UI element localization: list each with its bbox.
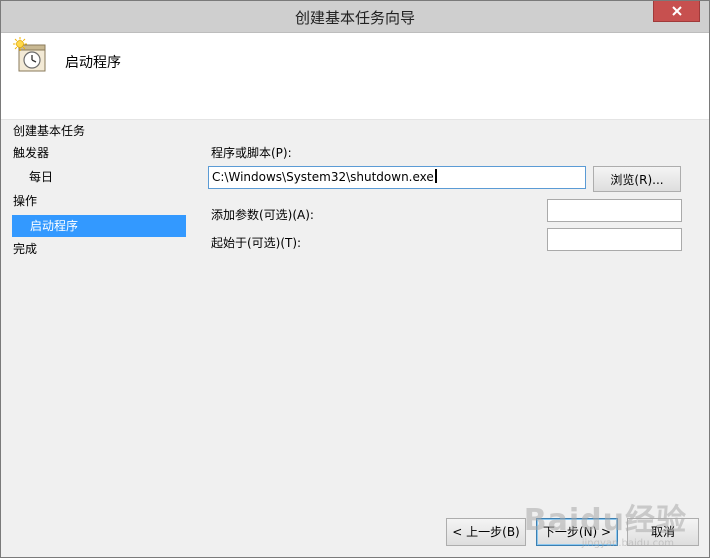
- arguments-label: 添加参数(可选)(A):: [211, 208, 314, 222]
- nav-step-label: 完成: [13, 242, 38, 256]
- arguments-input[interactable]: [547, 199, 682, 222]
- nav-step-label: 触发器: [13, 146, 50, 160]
- text-caret: [434, 169, 437, 183]
- window-title: 创建基本任务向导: [294, 9, 415, 27]
- start-in-label: 起始于(可选)(T):: [211, 236, 302, 250]
- wizard-header: 启动程序: [1, 33, 709, 120]
- page-title: 启动程序: [65, 55, 121, 71]
- wizard-window: 创建基本任务向导 启动程序 创建基本任务 触发器 每日 操作 启动程序 完成 程…: [0, 0, 710, 558]
- nav-step-action[interactable]: 操作: [13, 190, 185, 212]
- title-bar[interactable]: 创建基本任务向导: [1, 1, 709, 33]
- start-in-input[interactable]: [547, 228, 682, 251]
- program-input-value: C:\Windows\System32\shutdown.exe: [212, 170, 434, 184]
- task-scheduler-clock-icon: [13, 37, 46, 72]
- program-input[interactable]: C:\Windows\System32\shutdown.exe: [208, 166, 586, 189]
- nav-step-label: 启动程序: [30, 219, 79, 233]
- nav-step-start-program[interactable]: 启动程序: [12, 215, 186, 237]
- nav-step-label: 操作: [13, 194, 38, 208]
- nav-step-trigger[interactable]: 触发器: [13, 142, 185, 164]
- close-icon: [671, 6, 682, 16]
- nav-step-label: 每日: [29, 170, 54, 184]
- nav-step-daily[interactable]: 每日: [29, 166, 185, 188]
- nav-step-finish[interactable]: 完成: [13, 238, 185, 260]
- baidu-watermark: Baidu经验: [523, 503, 687, 538]
- nav-step-create-basic-task[interactable]: 创建基本任务: [13, 120, 185, 142]
- baidu-watermark-url: jingyan.baidu.com: [581, 538, 674, 549]
- nav-step-label: 创建基本任务: [13, 124, 86, 138]
- program-label: 程序或脚本(P):: [211, 146, 292, 160]
- back-button[interactable]: < 上一步(B): [446, 518, 526, 546]
- close-button[interactable]: [653, 1, 700, 22]
- browse-button[interactable]: 浏览(R)...: [593, 166, 681, 192]
